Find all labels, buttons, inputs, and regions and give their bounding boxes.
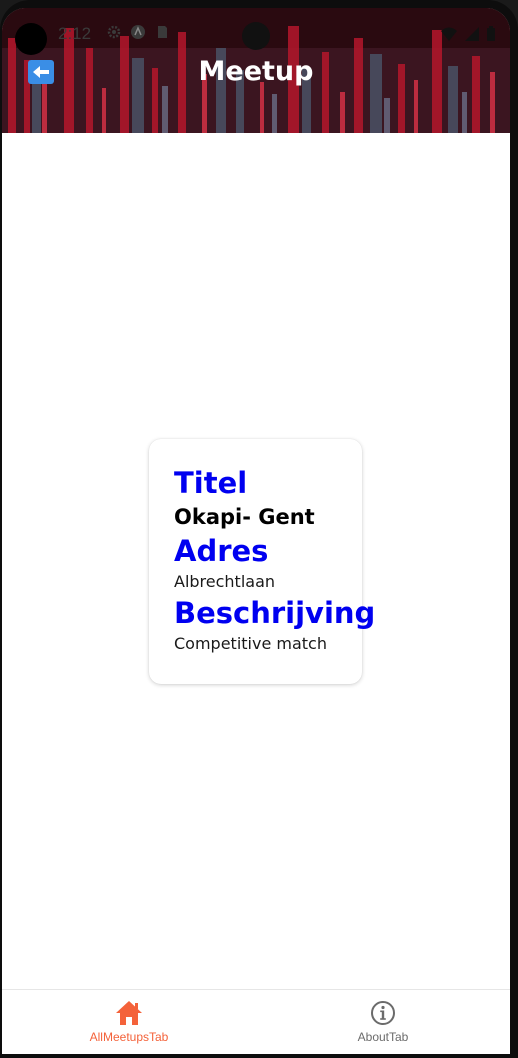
tab-about[interactable]: AboutTab <box>256 990 510 1054</box>
status-icons <box>106 24 170 40</box>
wifi-icon <box>440 26 458 47</box>
sd-card-icon <box>154 24 170 40</box>
address-label: Adres <box>174 534 269 568</box>
description-label: Beschrijving <box>174 596 376 630</box>
front-camera <box>242 22 270 50</box>
address-value: Albrechtlaan <box>174 572 276 591</box>
app-screen: 2:12 Meetup Titel Okapi- Gent Adres Albr… <box>2 8 510 1054</box>
tab-all-meetups[interactable]: AllMeetupsTab <box>2 990 256 1054</box>
meetup-detail-card: Titel Okapi- Gent Adres Albrechtlaan Bes… <box>149 439 376 684</box>
gear-icon <box>106 24 122 40</box>
status-bar: 2:12 <box>2 8 510 56</box>
bottom-tab-bar: AllMeetupsTab AboutTab <box>2 989 510 1054</box>
android-studio-icon <box>130 24 146 40</box>
title-label: Titel <box>174 466 248 500</box>
battery-icon <box>486 26 496 47</box>
description-value: Competitive match <box>174 634 327 653</box>
tab-all-meetups-label: AllMeetupsTab <box>89 1030 169 1044</box>
signal-icon <box>464 26 480 47</box>
status-right <box>440 26 496 47</box>
info-icon <box>371 1001 395 1025</box>
header: 2:12 Meetup <box>2 8 510 133</box>
home-icon <box>116 1001 142 1025</box>
camera-cutout <box>15 23 47 55</box>
device-frame: 2:12 Meetup Titel Okapi- Gent Adres Albr… <box>0 0 518 1058</box>
page-title: Meetup <box>198 56 314 87</box>
status-time: 2:12 <box>58 24 92 43</box>
title-value: Okapi- Gent <box>174 505 315 529</box>
tab-about-label: AboutTab <box>357 1030 409 1044</box>
